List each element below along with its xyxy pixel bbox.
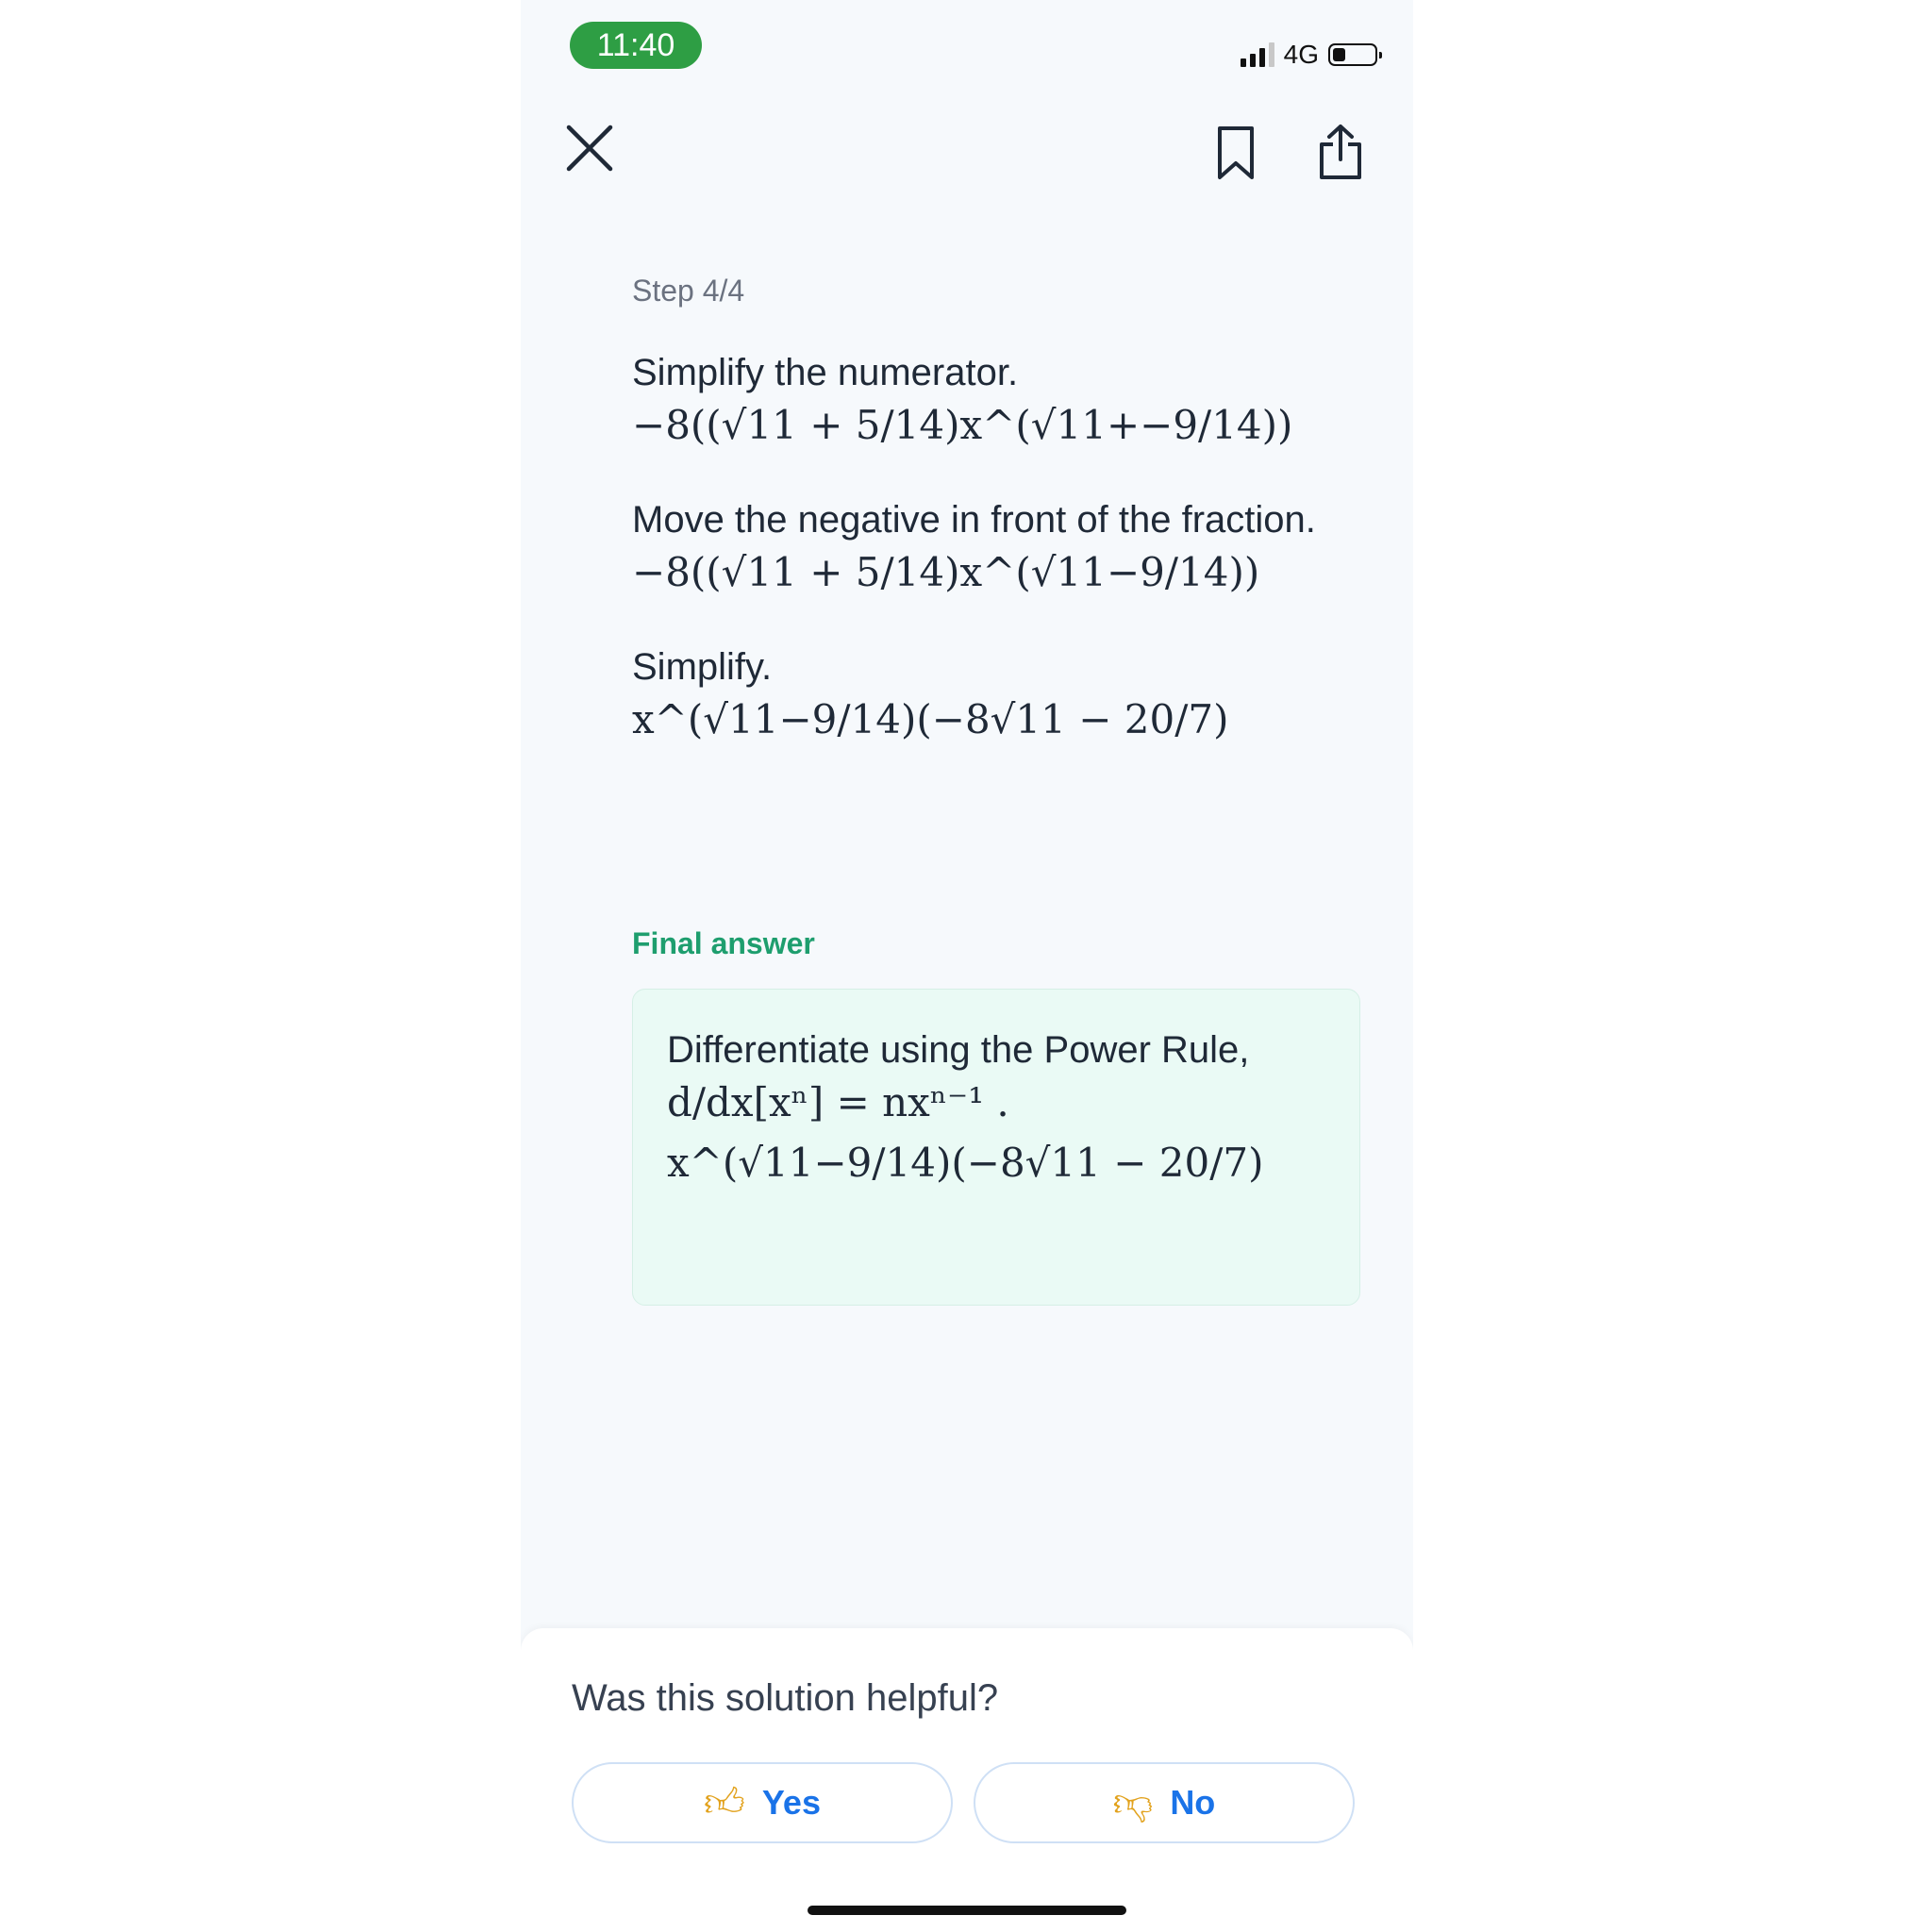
- status-indicators: 4G: [1240, 36, 1382, 74]
- phone-screen: 11:40 4G Step 4/4 Simplify the numerator…: [521, 0, 1413, 1932]
- no-button[interactable]: 👎︎ No: [974, 1762, 1355, 1843]
- bookmark-button[interactable]: [1206, 119, 1266, 187]
- yes-button[interactable]: 👍︎ Yes: [572, 1762, 953, 1843]
- power-rule-expression: d/dx[xⁿ] = nxⁿ⁻¹ .: [667, 1079, 1009, 1125]
- step-block-2: Move the negative in front of the fracti…: [632, 497, 1368, 603]
- math-expression: −8((√11 + 5/14)x^(√11+−9/14)): [632, 402, 1293, 448]
- yes-button-label: Yes: [761, 1783, 821, 1822]
- step-instruction: Simplify.: [632, 646, 773, 688]
- feedback-question: Was this solution helpful?: [572, 1677, 999, 1719]
- thumbs-up-icon: 👍︎: [704, 1780, 745, 1824]
- bookmark-icon: [1218, 126, 1254, 179]
- share-icon: [1320, 125, 1361, 179]
- thumbs-down-icon: 👎︎: [1112, 1780, 1154, 1824]
- final-answer-title: Differentiate using the Power Rule,: [667, 1029, 1250, 1071]
- step-block-3: Simplify. x^(√11−9/14)(−8√11 − 20/7): [632, 644, 1368, 750]
- final-answer-label: Final answer: [632, 926, 815, 960]
- math-expression: −8((√11 + 5/14)x^(√11−9/14)): [632, 549, 1260, 595]
- solution-step: Step 4/4 Simplify the numerator. −8((√11…: [632, 274, 1368, 750]
- home-indicator[interactable]: [808, 1906, 1126, 1915]
- step-instruction: Move the negative in front of the fracti…: [632, 499, 1316, 541]
- step-block-1: Simplify the numerator. −8((√11 + 5/14)x…: [632, 350, 1368, 456]
- math-expression: x^(√11−9/14)(−8√11 − 20/7): [632, 696, 1229, 742]
- step-label: Step 4/4: [632, 274, 745, 308]
- step-instruction: Simplify the numerator.: [632, 352, 1019, 393]
- signal-icon: [1240, 42, 1274, 67]
- final-answer-expression: x^(√11−9/14)(−8√11 − 20/7): [667, 1140, 1264, 1186]
- no-button-label: No: [1170, 1783, 1216, 1822]
- close-icon: [566, 125, 613, 172]
- status-time: 11:40: [570, 22, 702, 69]
- feedback-sheet: Was this solution helpful? 👍︎ Yes 👎︎ No: [521, 1628, 1413, 1932]
- close-button[interactable]: [557, 115, 623, 181]
- final-answer-box: Differentiate using the Power Rule, d/dx…: [632, 989, 1360, 1306]
- network-type: 4G: [1283, 40, 1319, 69]
- share-button[interactable]: [1307, 117, 1374, 187]
- battery-level: [1333, 48, 1345, 61]
- battery-icon: [1328, 43, 1382, 66]
